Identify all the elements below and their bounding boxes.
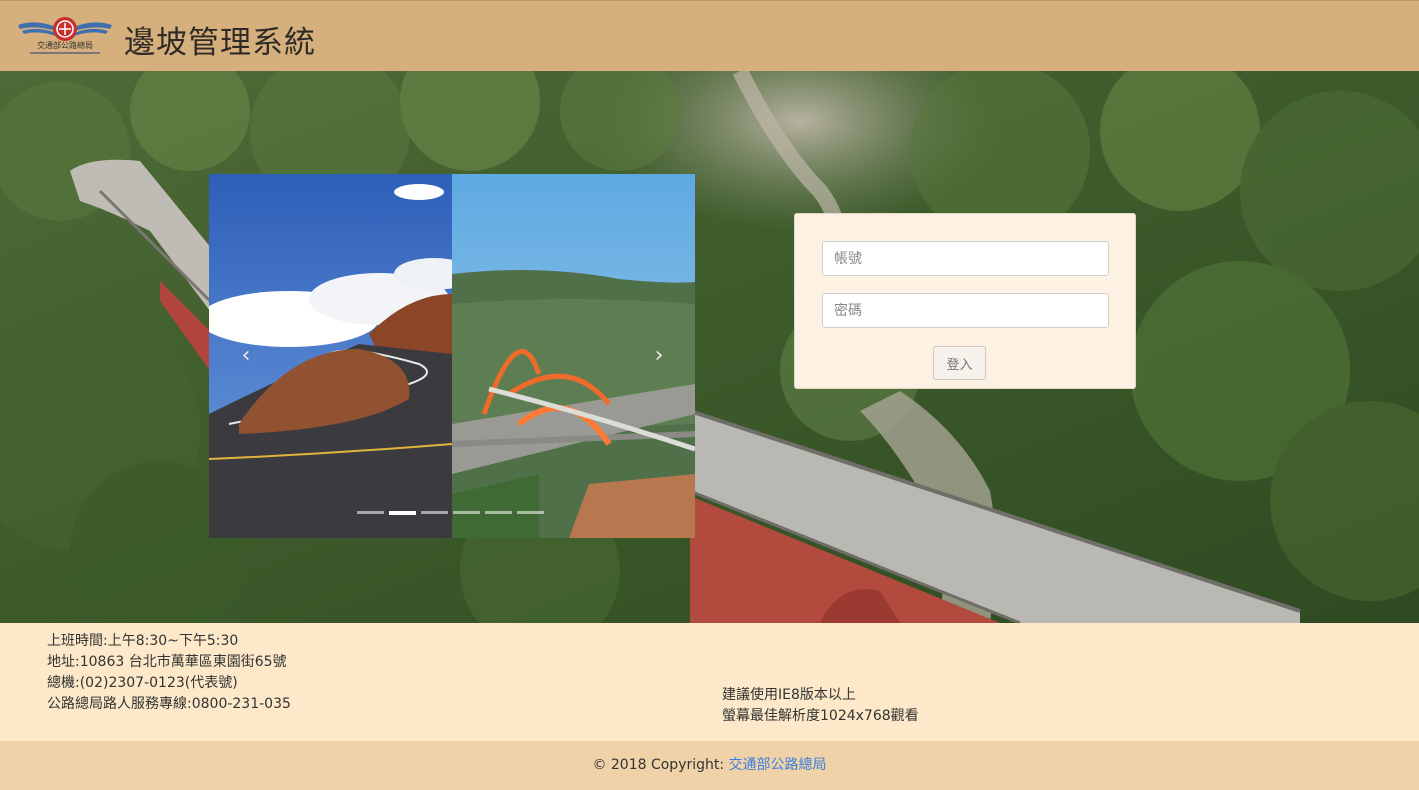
- carousel-indicator[interactable]: [421, 511, 448, 514]
- resolution-note: 螢幕最佳解析度1024x768觀看: [722, 708, 919, 724]
- phone: 總機:(02)2307-0123(代表號): [47, 675, 238, 691]
- login-panel: 登入: [794, 213, 1136, 389]
- contact-details: 上班時間:上午8:30~下午5:30 地址:10863 台北市萬華區東園街65號…: [47, 631, 291, 715]
- carousel-indicator[interactable]: [389, 511, 416, 515]
- image-carousel[interactable]: ‹ ›: [209, 174, 695, 538]
- contact-info: 上班時間:上午8:30~下午5:30 地址:10863 台北市萬華區東園街65號…: [0, 623, 1419, 741]
- carousel-indicator[interactable]: [357, 511, 384, 514]
- copyright-bar: © 2018 Copyright: 交通部公路總局: [0, 741, 1419, 790]
- browser-notes: 建議使用IE8版本以上 螢幕最佳解析度1024x768觀看: [722, 685, 919, 727]
- carousel-indicator[interactable]: [485, 511, 512, 514]
- logo-text: 交通部公路總局: [37, 40, 93, 50]
- carousel-prev-button[interactable]: ‹: [234, 344, 258, 368]
- login-button[interactable]: 登入: [933, 346, 986, 380]
- chevron-left-icon: ‹: [241, 343, 251, 368]
- agency-logo[interactable]: 交通部公路總局: [16, 15, 114, 57]
- carousel-indicators: [357, 511, 544, 517]
- page-title: 邊坡管理系統: [124, 25, 316, 61]
- copyright-text: © 2018 Copyright:: [592, 757, 729, 773]
- header: 交通部公路總局 邊坡管理系統: [0, 0, 1419, 71]
- browser-note: 建議使用IE8版本以上: [722, 687, 856, 703]
- hotline: 公路總局路人服務專線:0800-231-035: [47, 696, 291, 712]
- carousel-next-button[interactable]: ›: [647, 344, 671, 368]
- carousel-slide-image: [209, 174, 695, 538]
- office-hours: 上班時間:上午8:30~下午5:30: [47, 633, 239, 649]
- password-input[interactable]: [822, 293, 1109, 328]
- carousel-indicator[interactable]: [453, 511, 480, 514]
- address: 地址:10863 台北市萬華區東園街65號: [47, 654, 287, 670]
- carousel-indicator[interactable]: [517, 511, 544, 514]
- agency-link[interactable]: 交通部公路總局: [729, 757, 827, 773]
- account-input[interactable]: [822, 241, 1109, 276]
- chevron-right-icon: ›: [654, 343, 664, 368]
